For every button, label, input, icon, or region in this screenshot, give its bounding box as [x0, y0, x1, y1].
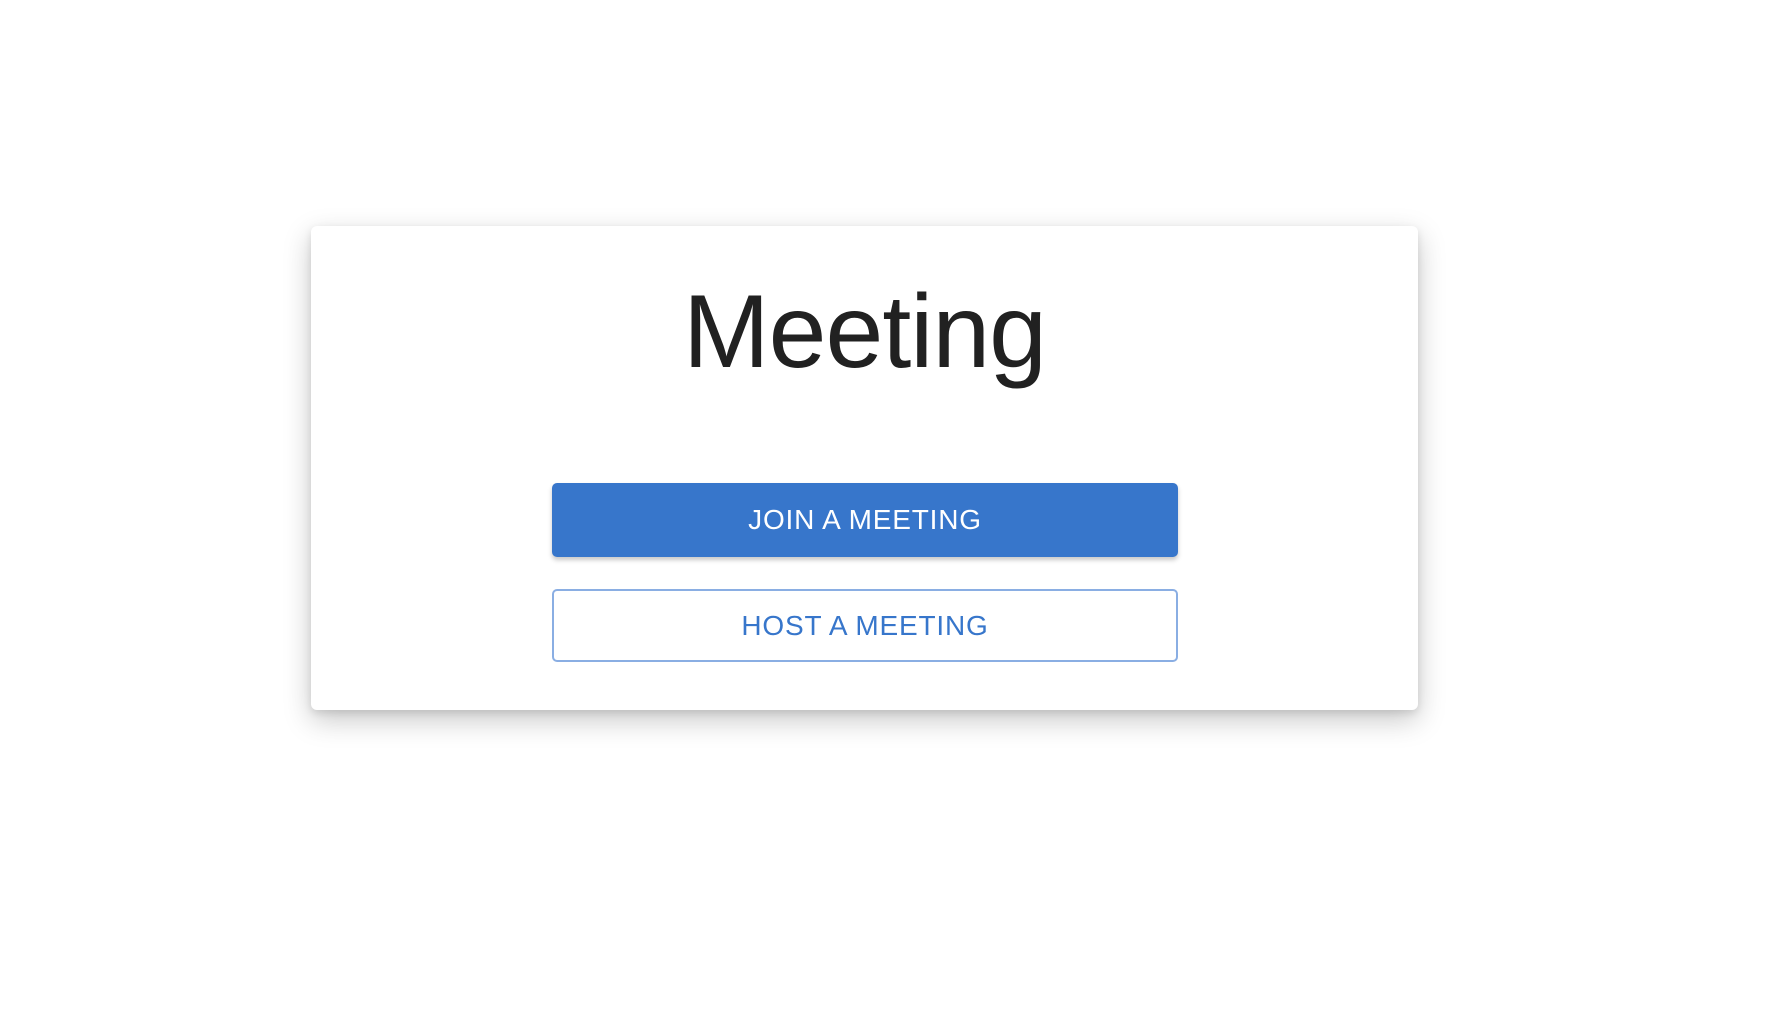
meeting-card: Meeting JOIN A MEETING HOST A MEETING [311, 226, 1418, 710]
join-meeting-button[interactable]: JOIN A MEETING [552, 483, 1178, 557]
page: Meeting JOIN A MEETING HOST A MEETING [0, 0, 1786, 1018]
host-meeting-button[interactable]: HOST A MEETING [552, 589, 1178, 662]
page-title: Meeting [683, 274, 1047, 390]
